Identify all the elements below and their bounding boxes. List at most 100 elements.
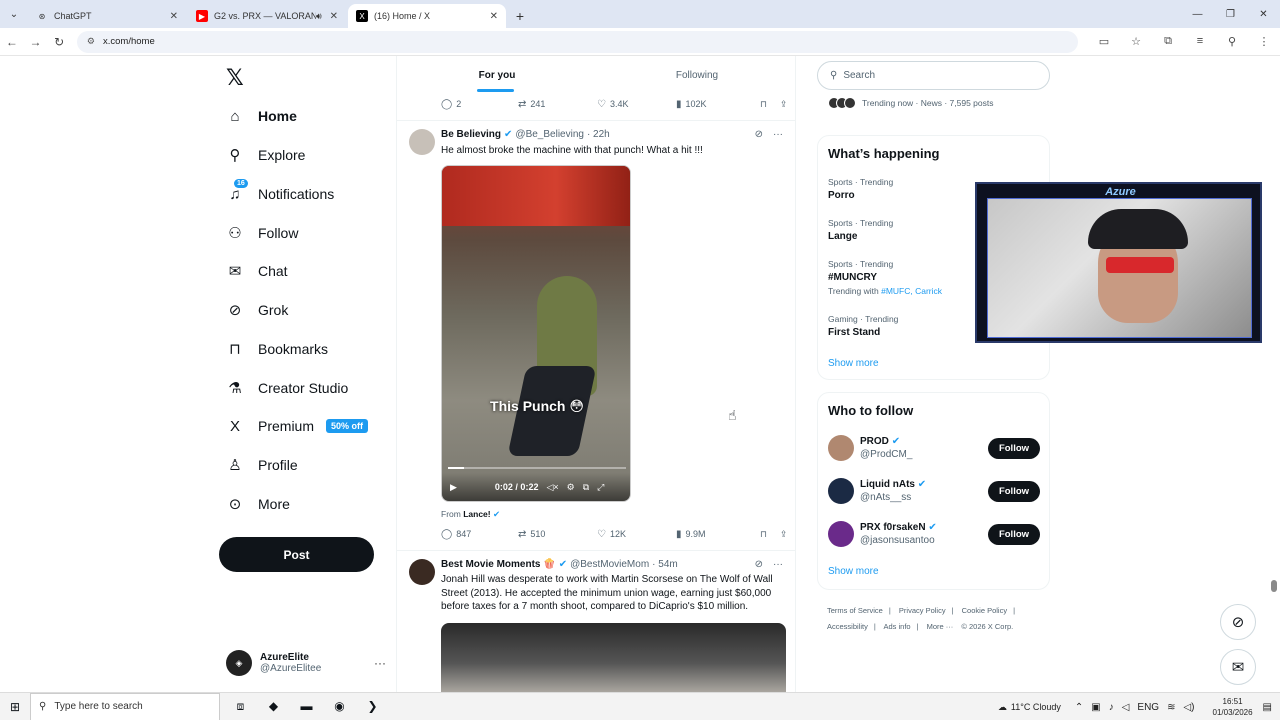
play-icon[interactable]: ▶ bbox=[450, 482, 457, 493]
reply-button[interactable]: ◯ 2 bbox=[441, 99, 518, 110]
footer-link[interactable]: Cookie Policy bbox=[962, 606, 1007, 615]
minimize-icon[interactable]: — bbox=[1181, 0, 1214, 28]
tweet[interactable]: Be Believing ✔ @Be_Believing · 22h ⊘ ···… bbox=[397, 120, 795, 548]
tab-chatgpt[interactable]: ⊛ ChatGPT ✕ bbox=[28, 4, 186, 28]
repost-button[interactable]: ⇄ 510 bbox=[518, 529, 597, 540]
settings-icon[interactable]: ⚙ bbox=[567, 482, 575, 493]
bookmark-icon[interactable]: ⊓ bbox=[760, 529, 780, 540]
footer-link[interactable]: Ads info bbox=[883, 622, 910, 631]
views-button[interactable]: ▮ 9.9M bbox=[676, 529, 760, 540]
more-icon[interactable]: ··· bbox=[773, 559, 783, 570]
nav-home[interactable]: ⌂ Home bbox=[226, 102, 296, 130]
address-bar[interactable]: ⚙ x.com/home bbox=[76, 30, 1078, 53]
trending-now-row[interactable]: Trending now · News · 7,595 posts bbox=[828, 97, 994, 109]
windows-start-icon[interactable]: ⊞ bbox=[0, 700, 30, 714]
chrome-icon[interactable]: ◉ bbox=[323, 699, 356, 714]
reply-button[interactable]: ◯ 847 bbox=[441, 529, 518, 540]
taskbar-search-input[interactable]: ⚲ Type here to search bbox=[30, 692, 220, 720]
author-handle[interactable]: @Be_Believing bbox=[515, 129, 584, 140]
like-button[interactable]: ♡ 3.4K bbox=[597, 99, 676, 110]
bookmark-icon[interactable]: ⊓ bbox=[760, 99, 780, 110]
avatar[interactable] bbox=[828, 435, 854, 461]
share-icon[interactable]: ⇪ bbox=[780, 99, 788, 110]
file-explorer-icon[interactable]: ▬ bbox=[290, 699, 323, 714]
profile-icon[interactable]: ⚲ bbox=[1216, 35, 1248, 48]
clock[interactable]: 16:51 01/03/2026 bbox=[1213, 696, 1253, 718]
task-view-icon[interactable]: ⧈ bbox=[224, 699, 257, 714]
follow-suggestion[interactable]: PROD ✔ @ProdCM_ Follow bbox=[828, 433, 1040, 463]
reading-list-icon[interactable]: ≡ bbox=[1184, 35, 1216, 48]
app-icon[interactable]: ❯ bbox=[356, 699, 389, 714]
show-more-link[interactable]: Show more bbox=[828, 358, 879, 369]
search-input[interactable]: ⚲ Search bbox=[817, 61, 1050, 90]
scrollbar-thumb[interactable] bbox=[1271, 580, 1277, 592]
network-icon[interactable]: ▣ bbox=[1091, 702, 1100, 713]
video-player[interactable]: This Punch 😳 ▶ 0:02 / 0:22 ◁× ⚙ ⧉ ⤢ bbox=[441, 165, 631, 502]
views-button[interactable]: ▮ 102K bbox=[676, 99, 760, 110]
close-tab-icon[interactable]: ✕ bbox=[170, 11, 178, 22]
avatar[interactable] bbox=[409, 129, 435, 155]
nav-grok[interactable]: ⊘ Grok bbox=[226, 296, 289, 324]
nav-explore[interactable]: ⚲ Explore bbox=[226, 141, 306, 169]
footer-link[interactable]: Terms of Service bbox=[827, 606, 883, 615]
follow-suggestion[interactable]: Liquid nAts ✔ @nAts__ss Follow bbox=[828, 476, 1040, 506]
browser-menu-icon[interactable]: ⋮ bbox=[1248, 35, 1280, 48]
close-tab-icon[interactable]: ✕ bbox=[330, 11, 338, 22]
post-button[interactable]: Post bbox=[219, 537, 374, 572]
bookmark-star-icon[interactable]: ☆ bbox=[1120, 35, 1152, 48]
app-icon[interactable]: ◆ bbox=[257, 699, 290, 714]
tab-search-icon[interactable]: ⌄ bbox=[0, 0, 28, 28]
speaker-icon[interactable]: ◁) bbox=[1183, 702, 1194, 713]
tab-for-you[interactable]: For you bbox=[397, 56, 597, 94]
nav-creator-studio[interactable]: ⚗ Creator Studio bbox=[226, 374, 348, 402]
show-more-link[interactable]: Show more bbox=[828, 566, 879, 577]
footer-link[interactable]: More ··· bbox=[927, 622, 954, 631]
wifi-icon[interactable]: ≋ bbox=[1167, 702, 1175, 713]
close-tab-icon[interactable]: ✕ bbox=[490, 11, 498, 22]
close-window-icon[interactable]: ✕ bbox=[1247, 0, 1280, 28]
follow-button[interactable]: Follow bbox=[988, 437, 1040, 459]
reload-icon[interactable]: ↻ bbox=[47, 35, 71, 49]
new-tab-icon[interactable]: + bbox=[508, 4, 532, 28]
author-name[interactable]: Be Believing bbox=[441, 129, 501, 140]
grok-icon[interactable]: ⊘ bbox=[755, 559, 763, 570]
speaker-icon[interactable]: 🔊︎ bbox=[316, 11, 322, 22]
nav-chat[interactable]: ✉ Chat bbox=[226, 257, 288, 285]
avatar[interactable] bbox=[409, 559, 435, 585]
extensions-icon[interactable]: ⧉ bbox=[1152, 35, 1184, 48]
volume-icon[interactable]: ◁ bbox=[1122, 702, 1130, 713]
follow-button[interactable]: Follow bbox=[988, 480, 1040, 502]
avatar[interactable] bbox=[828, 521, 854, 547]
mute-icon[interactable]: ◁× bbox=[546, 482, 558, 493]
repost-button[interactable]: ⇄ 241 bbox=[518, 99, 597, 110]
tab-youtube[interactable]: ▶ G2 vs. PRX — VALORANT M 🔊︎ ✕ bbox=[188, 4, 346, 28]
trend-links[interactable]: #MUFC, Carrick bbox=[881, 286, 942, 296]
language-indicator[interactable]: ENG bbox=[1137, 702, 1159, 713]
grok-icon[interactable]: ⊘ bbox=[755, 129, 763, 140]
more-icon[interactable]: ··· bbox=[773, 129, 783, 140]
nav-notifications[interactable]: ♫ 16 Notifications bbox=[226, 179, 334, 208]
video-progress-bar[interactable] bbox=[448, 467, 626, 469]
weather-widget[interactable]: ☁ 11°C Cloudy bbox=[998, 702, 1061, 713]
follow-button[interactable]: Follow bbox=[988, 523, 1040, 545]
tweet[interactable]: Best Movie Moments 🍿 ✔ @BestMovieMom · 5… bbox=[397, 550, 795, 692]
footer-link[interactable]: Privacy Policy bbox=[899, 606, 946, 615]
like-button[interactable]: ♡ 12K bbox=[597, 529, 676, 540]
nav-premium[interactable]: X Premium 50% off bbox=[226, 412, 369, 440]
x-logo-icon[interactable]: 𝕏 bbox=[226, 66, 244, 91]
fullscreen-icon[interactable]: ⤢ bbox=[597, 482, 604, 493]
avatar[interactable] bbox=[828, 478, 854, 504]
source-account[interactable]: Lance! bbox=[463, 509, 490, 519]
trend-item[interactable]: Sports · Trending Porro bbox=[828, 177, 893, 201]
tab-x-home[interactable]: X (16) Home / X ✕ bbox=[348, 4, 506, 28]
author-handle[interactable]: @BestMovieMom bbox=[570, 559, 649, 570]
tweet-image[interactable] bbox=[441, 623, 786, 692]
pip-icon[interactable]: ⧉ bbox=[583, 482, 589, 493]
messages-fab[interactable]: ✉ bbox=[1220, 649, 1256, 685]
nav-more[interactable]: ⊙ More bbox=[226, 490, 290, 518]
trend-item[interactable]: Sports · Trending Lange bbox=[828, 218, 893, 242]
back-icon[interactable]: ← bbox=[0, 35, 24, 49]
restore-icon[interactable]: ❐ bbox=[1214, 0, 1247, 28]
tweet-time[interactable]: · 22h bbox=[587, 129, 610, 140]
tab-following[interactable]: Following bbox=[597, 56, 795, 94]
